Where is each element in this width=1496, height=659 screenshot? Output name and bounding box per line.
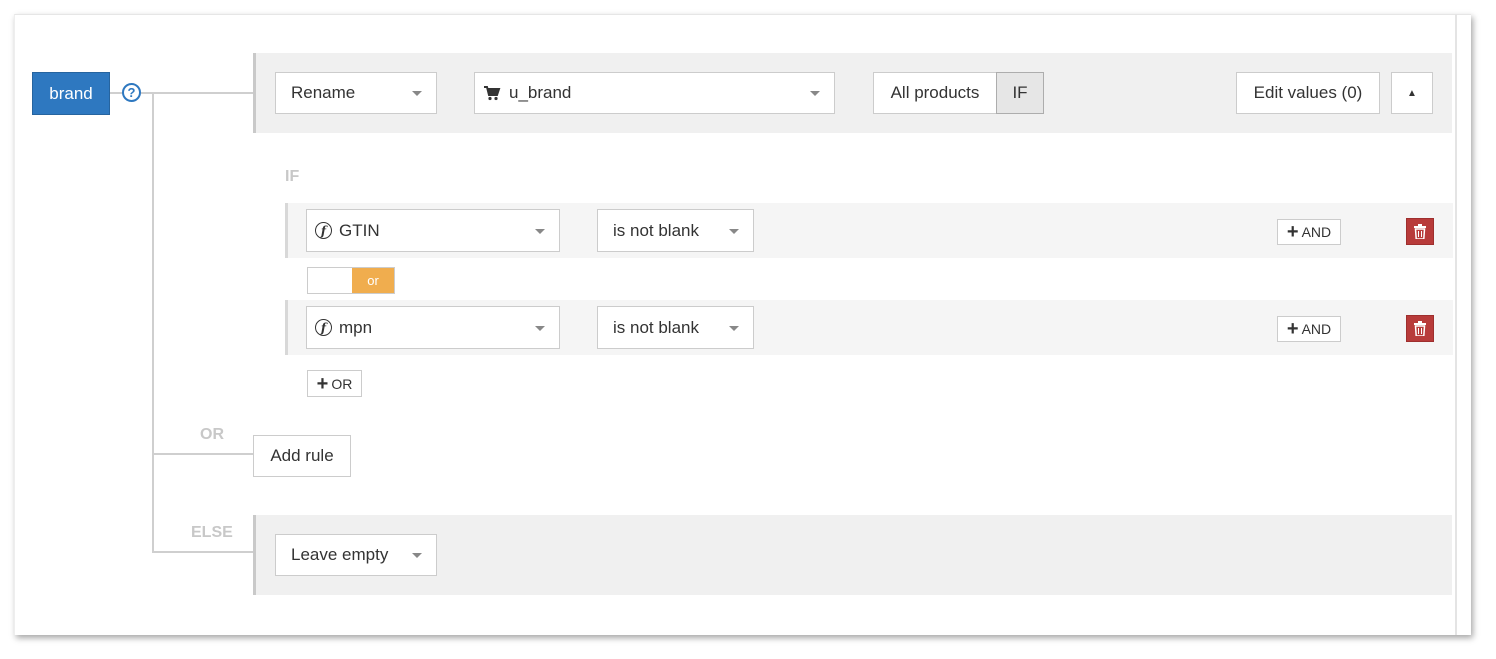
function-icon: f bbox=[315, 319, 332, 336]
add-rule-button[interactable]: Add rule bbox=[253, 435, 351, 477]
tree-trunk-line bbox=[152, 92, 154, 553]
help-icon[interactable]: ? bbox=[122, 83, 141, 102]
chevron-down-icon bbox=[729, 325, 739, 331]
plus-icon: + bbox=[1286, 318, 1299, 340]
else-action-value: Leave empty bbox=[291, 545, 389, 564]
condition-field-select[interactable]: f GTIN bbox=[306, 209, 560, 252]
function-icon: f bbox=[315, 222, 332, 239]
condition-field-value: GTIN bbox=[339, 220, 380, 240]
add-and-button[interactable]: + AND bbox=[1277, 316, 1341, 342]
connector-line bbox=[141, 92, 256, 94]
chevron-down-icon bbox=[729, 228, 739, 234]
condition-field-value: mpn bbox=[339, 317, 373, 337]
collapse-button[interactable]: ▲ bbox=[1391, 72, 1433, 114]
edit-values-button[interactable]: Edit values (0) bbox=[1236, 72, 1380, 114]
scroll-edge bbox=[1455, 14, 1457, 635]
and-or-toggle[interactable]: or bbox=[307, 267, 395, 294]
chevron-down-icon bbox=[412, 553, 422, 558]
action-select-value: Rename bbox=[291, 83, 356, 102]
or-label: OR bbox=[200, 426, 224, 443]
connector-line bbox=[152, 551, 256, 553]
if-label: IF bbox=[285, 168, 300, 185]
source-select[interactable]: u_brand bbox=[474, 72, 835, 114]
action-select[interactable]: Rename bbox=[275, 72, 437, 114]
add-and-label: AND bbox=[1301, 224, 1332, 240]
delete-condition-button[interactable] bbox=[1406, 218, 1434, 245]
else-action-select[interactable]: Leave empty bbox=[275, 534, 437, 576]
if-scope-button[interactable]: IF bbox=[996, 72, 1044, 114]
cart-icon bbox=[484, 86, 501, 101]
connector-line bbox=[152, 453, 254, 455]
caret-up-icon: ▲ bbox=[1407, 87, 1417, 99]
or-toggle-option[interactable]: or bbox=[352, 268, 394, 293]
else-label: ELSE bbox=[191, 524, 233, 541]
chevron-down-icon bbox=[535, 325, 545, 331]
add-or-button[interactable]: + OR bbox=[307, 370, 362, 397]
chevron-down-icon bbox=[535, 228, 545, 234]
field-name-button[interactable]: brand bbox=[32, 72, 110, 115]
source-select-value: u_brand bbox=[509, 83, 572, 102]
add-and-label: AND bbox=[1301, 321, 1332, 337]
chevron-down-icon bbox=[810, 91, 820, 96]
condition-operator-value: is not blank bbox=[613, 220, 699, 240]
all-products-button[interactable]: All products bbox=[873, 72, 997, 114]
delete-condition-button[interactable] bbox=[1406, 315, 1434, 342]
trash-icon bbox=[1414, 321, 1426, 336]
condition-field-select[interactable]: f mpn bbox=[306, 306, 560, 349]
chevron-down-icon bbox=[412, 91, 422, 96]
plus-icon: + bbox=[1286, 221, 1299, 243]
add-or-label: OR bbox=[331, 375, 353, 392]
trash-icon bbox=[1414, 224, 1426, 239]
add-and-button[interactable]: + AND bbox=[1277, 219, 1341, 245]
condition-operator-select[interactable]: is not blank bbox=[597, 306, 754, 349]
condition-operator-value: is not blank bbox=[613, 317, 699, 337]
plus-icon: + bbox=[316, 372, 329, 395]
condition-operator-select[interactable]: is not blank bbox=[597, 209, 754, 252]
